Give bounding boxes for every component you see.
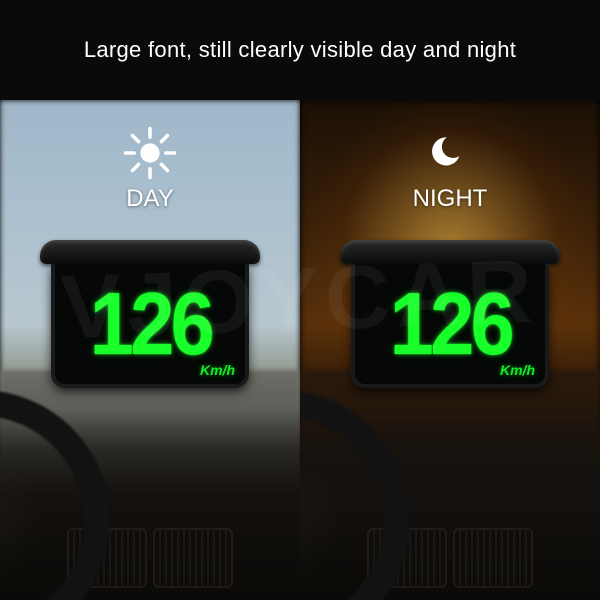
day-label-text: DAY bbox=[126, 185, 174, 213]
day-label-group: DAY bbox=[0, 125, 300, 213]
moon-icon bbox=[422, 125, 478, 181]
headline-text: Large font, still clearly visible day an… bbox=[84, 37, 516, 63]
device-screen: 126 Km/h bbox=[351, 264, 549, 388]
speed-unit: Km/h bbox=[500, 362, 535, 378]
panel-day: DAY 126 Km/h bbox=[0, 100, 300, 600]
hud-device-day: 126 Km/h bbox=[40, 240, 260, 388]
speed-readout: 126 bbox=[389, 280, 510, 368]
product-card: Large font, still clearly visible day an… bbox=[0, 0, 600, 600]
night-label-text: NIGHT bbox=[413, 185, 488, 213]
device-hood bbox=[340, 240, 560, 264]
header: Large font, still clearly visible day an… bbox=[0, 0, 600, 100]
speed-unit: Km/h bbox=[200, 362, 235, 378]
comparison-split: DAY 126 Km/h bbox=[0, 100, 600, 600]
panel-night: NIGHT 126 Km/h bbox=[300, 100, 600, 600]
speed-readout: 126 bbox=[89, 280, 210, 368]
vent-right bbox=[453, 528, 533, 588]
night-label-group: NIGHT bbox=[300, 125, 600, 213]
sun-icon bbox=[122, 125, 178, 181]
device-screen: 126 Km/h bbox=[51, 264, 249, 388]
vent-right bbox=[153, 528, 233, 588]
hud-device-night: 126 Km/h bbox=[340, 240, 560, 388]
device-hood bbox=[40, 240, 260, 264]
